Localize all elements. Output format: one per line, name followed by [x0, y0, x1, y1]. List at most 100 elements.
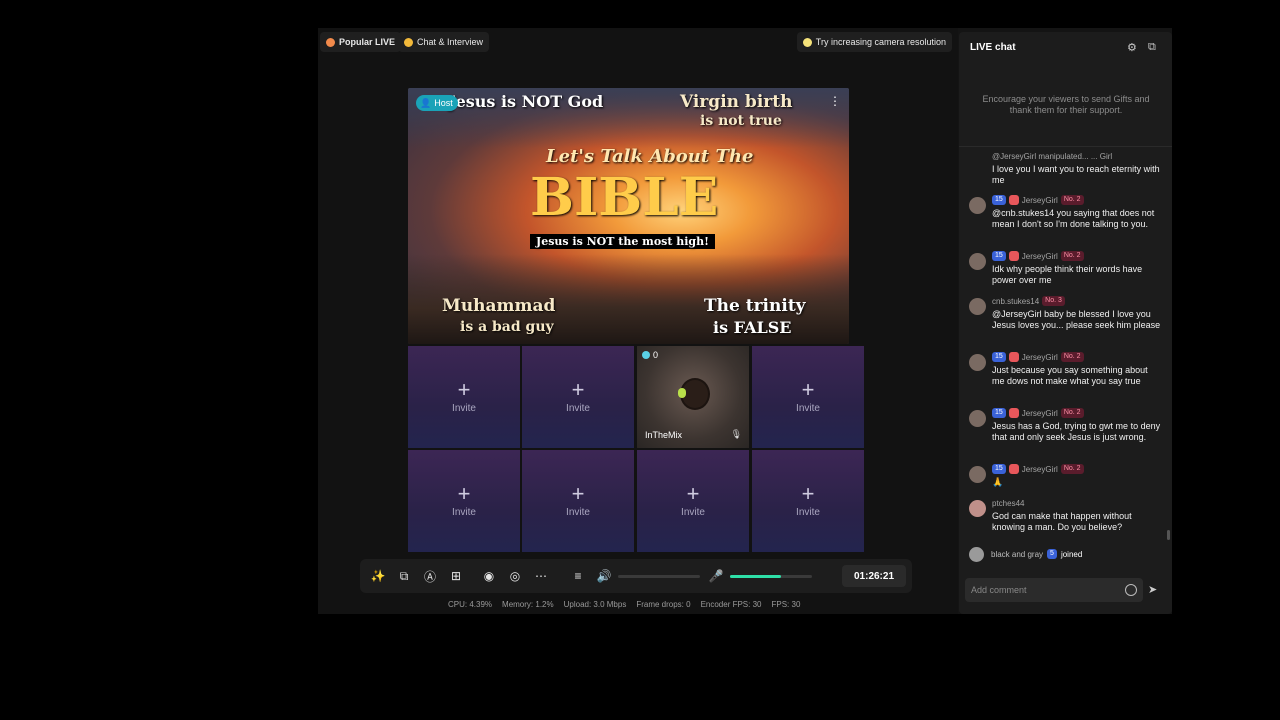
message-header: cnb.stukes14 No. 3 — [992, 295, 1065, 307]
rank-badge: No. 2 — [1060, 408, 1084, 418]
plus-icon: + — [801, 481, 815, 506]
invite-slot-4[interactable]: + Invite — [408, 450, 520, 552]
avatar[interactable] — [969, 500, 986, 517]
popout-icon[interactable]: ⧉ — [1148, 41, 1156, 54]
video-text-bottom-right-1: The trinity — [704, 296, 806, 316]
viewers-icon — [642, 351, 650, 359]
video-text-bottom-left-1: Muhammad — [442, 296, 556, 316]
viewer-count: 0 — [642, 350, 658, 360]
chat-interview-label: Chat & Interview — [417, 37, 484, 47]
stat-frame-drops: Frame drops: 0 — [636, 600, 691, 609]
rank-badge: No. 3 — [1042, 296, 1065, 306]
joined-label: joined — [1060, 549, 1083, 559]
host-video[interactable]: Jesus is NOT God Virgin birth is not tru… — [408, 88, 849, 344]
message-text: Jesus has a God, trying to gwt me to den… — [992, 421, 1161, 442]
level-badge: 15 — [992, 195, 1006, 205]
message-author[interactable]: JerseyGirl — [1022, 252, 1058, 261]
avatar[interactable] — [969, 466, 986, 483]
message-author[interactable]: JerseyGirl — [1022, 196, 1058, 205]
avatar[interactable] — [969, 546, 984, 562]
plus-icon: + — [457, 481, 471, 506]
avatar[interactable] — [969, 197, 986, 214]
send-icon[interactable]: ➤ — [1148, 583, 1157, 596]
rank-badge: No. 2 — [1060, 195, 1084, 205]
adjust-icon[interactable]: ≡ — [570, 568, 586, 584]
message-header: 15 JerseyGirl No. 2 — [992, 194, 1084, 206]
add-scene-icon[interactable]: ⊞ — [448, 568, 464, 584]
message-text: @JerseyGirl baby be blessed I love you J… — [992, 309, 1161, 330]
record-icon[interactable]: ◉ — [481, 568, 497, 584]
fan-heart-icon — [1008, 352, 1019, 362]
video-text-top-right-1: Virgin birth — [680, 92, 793, 112]
message-author[interactable]: ptches44 — [992, 499, 1024, 508]
invite-label: Invite — [452, 403, 476, 414]
person-icon: 👤 — [420, 97, 432, 108]
avatar[interactable] — [969, 354, 986, 371]
effects-icon[interactable]: ◎ — [507, 568, 523, 584]
stream-timer: 01:26:21 — [842, 565, 906, 587]
more-options-icon[interactable]: ⋮ — [829, 94, 841, 108]
message-text: Idk why people think their words have po… — [992, 264, 1143, 285]
invite-slot-2[interactable]: + Invite — [522, 346, 634, 448]
chat-message-list[interactable]: @JerseyGirl manipulated... ... Girl I lo… — [959, 148, 1172, 566]
guest-mic-icon[interactable]: 🎙 — [731, 429, 742, 440]
camera-tip-chip[interactable]: Try increasing camera resolution — [796, 32, 952, 52]
invite-slot-5[interactable]: + Invite — [522, 450, 634, 552]
settings-gear-icon[interactable]: ⚙ — [1127, 41, 1137, 54]
microphone-icon[interactable]: 🎤 — [708, 568, 724, 584]
guest-video-tile[interactable]: 0 InTheMix 🎙 — [637, 346, 749, 448]
plus-icon: + — [801, 377, 815, 402]
invite-slot-3[interactable]: + Invite — [752, 346, 864, 448]
message-author[interactable]: cnb.stukes14 — [992, 297, 1039, 306]
invite-slot-7[interactable]: + Invite — [752, 450, 864, 552]
message-author[interactable]: JerseyGirl — [1022, 353, 1058, 362]
fan-heart-icon — [1008, 251, 1019, 261]
rank-badge: No. 2 — [1060, 251, 1084, 261]
chat-interview-chip[interactable]: Chat & Interview — [398, 32, 490, 52]
host-label: Host — [434, 98, 453, 108]
video-text-bible: BIBLE — [530, 167, 719, 228]
popular-live-chip[interactable]: Popular LIVE — [320, 32, 402, 52]
invite-label: Invite — [796, 507, 820, 518]
chat-scrollbar[interactable] — [1167, 530, 1170, 540]
plus-icon: + — [686, 481, 700, 506]
level-badge: 5 — [1047, 549, 1057, 559]
invite-label: Invite — [796, 403, 820, 414]
stat-memory: Memory: 1.2% — [502, 600, 554, 609]
video-text-top-right-2: is not true — [700, 113, 782, 129]
ai-icon[interactable]: Ⓐ — [422, 568, 438, 584]
control-toolbar: ✨ ⧉ Ⓐ ⊞ ◉ ◎ ⋯ ≡ 🔊 🎤 01:26:21 — [360, 559, 912, 593]
more-icon[interactable]: ⋯ — [533, 568, 549, 584]
video-text-bottom-left-2: is a bad guy — [460, 319, 554, 335]
viewer-count-value: 0 — [653, 350, 659, 360]
level-badge: 15 — [992, 408, 1006, 418]
popular-live-label: Popular LIVE — [339, 37, 396, 47]
layout-icon[interactable]: ⧉ — [396, 568, 412, 584]
level-badge: 15 — [992, 352, 1006, 362]
avatar[interactable] — [969, 410, 986, 427]
message-author[interactable]: JerseyGirl — [1022, 409, 1058, 418]
message-text: I love you I want you to reach eternity … — [992, 164, 1160, 185]
heart-icon — [326, 37, 335, 47]
message-text: @cnb.stukes14 you saying that does not m… — [992, 208, 1155, 229]
magic-wand-icon[interactable]: ✨ — [370, 568, 386, 584]
rank-badge: No. 2 — [1060, 464, 1084, 474]
comment-input[interactable] — [965, 578, 1115, 602]
fan-heart-icon — [1008, 195, 1019, 205]
avatar[interactable] — [969, 298, 986, 315]
invite-slot-6[interactable]: + Invite — [637, 450, 749, 552]
stat-upload: Upload: 3.0 Mbps — [563, 600, 627, 609]
message-header: 15 JerseyGirl No. 2 — [992, 250, 1084, 262]
stat-fps: FPS: 30 — [771, 600, 801, 609]
invite-slot-1[interactable]: + Invite — [408, 346, 520, 448]
avatar[interactable] — [969, 253, 986, 270]
joined-user[interactable]: black and gray — [991, 550, 1043, 559]
invite-label: Invite — [452, 507, 476, 518]
emoji-icon[interactable] — [1125, 584, 1137, 596]
fan-heart-icon — [1008, 464, 1019, 474]
message-author[interactable]: JerseyGirl — [1022, 465, 1058, 474]
speaker-icon[interactable]: 🔊 — [596, 568, 612, 584]
invite-label: Invite — [566, 403, 590, 414]
mic-level-slider[interactable] — [730, 575, 812, 578]
volume-slider[interactable] — [618, 575, 700, 578]
